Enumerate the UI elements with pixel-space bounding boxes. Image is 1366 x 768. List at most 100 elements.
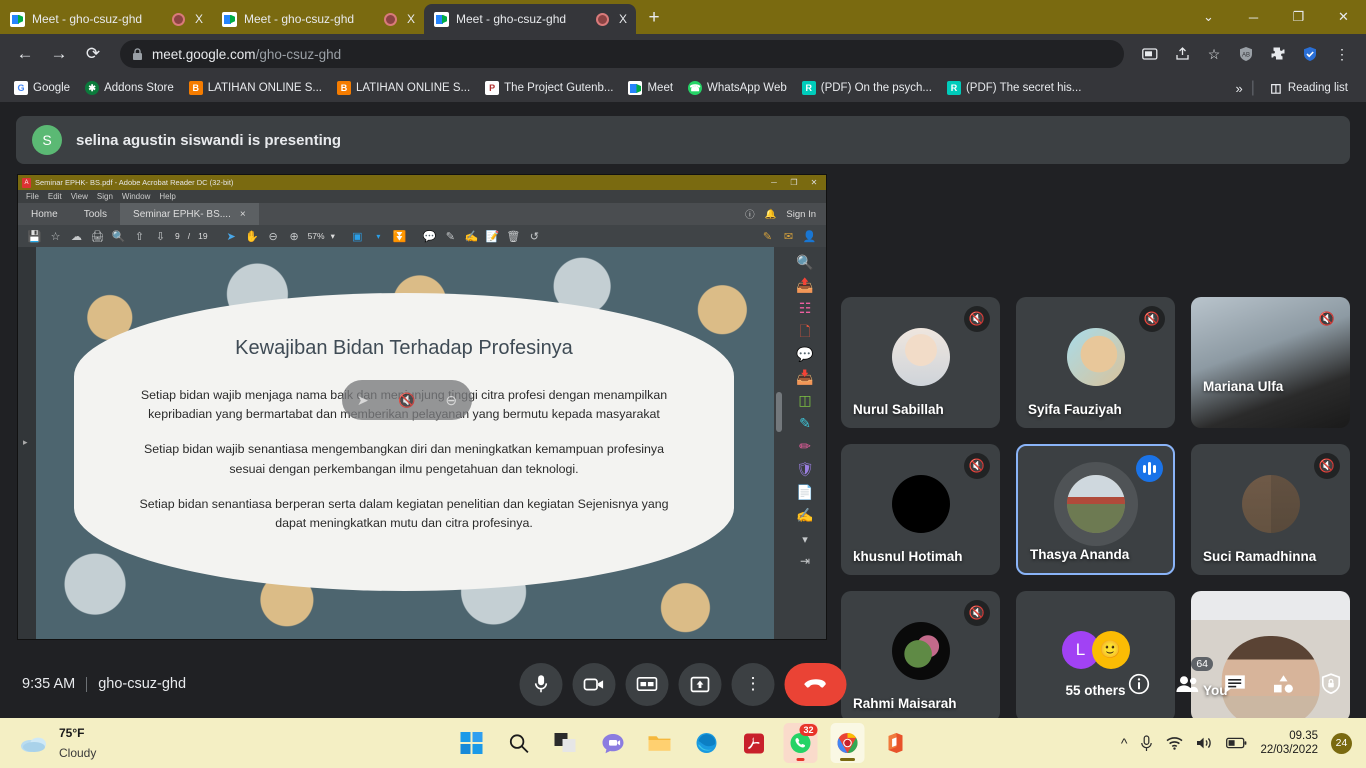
acrobat-left-panel-toggle[interactable] [18,247,36,639]
chat-button[interactable] [1222,671,1248,697]
star-icon[interactable]: ☆ [45,226,66,246]
fit-caret-icon[interactable]: ▾ [368,226,389,246]
tab-close-button[interactable]: X [616,12,630,26]
reload-button[interactable]: ⟳ [78,39,108,69]
page-number-input[interactable]: 9 [171,231,184,241]
bookmark-item[interactable]: B LATIHAN ONLINE S... [183,78,328,98]
select-cursor-icon[interactable]: ➤ [221,226,242,246]
tab-close-button[interactable]: X [192,12,206,26]
close-window-button[interactable]: ✕ [1321,0,1366,34]
sign-icon[interactable]: ✍ [461,226,482,246]
reading-list-button[interactable]: ◫ Reading list [1263,78,1354,98]
share-icon[interactable] [1168,40,1196,68]
comment-icon[interactable]: 💬 [419,226,440,246]
bell-icon[interactable]: 🔔 [765,209,777,220]
battery-icon[interactable] [1226,737,1247,749]
tab-close-button[interactable]: X [404,12,418,26]
acrobat-button[interactable] [737,723,771,763]
bookmark-item[interactable]: P The Project Gutenb... [479,78,619,98]
back-button[interactable]: ← [10,39,40,69]
participant-tile[interactable]: 🔇 khusnul Hotimah [841,444,1000,575]
acrobat-tab-close[interactable]: × [240,209,246,220]
bookmark-item[interactable]: B LATIHAN ONLINE S... [331,78,476,98]
highlight-icon[interactable]: ✎ [440,226,461,246]
chat-teams-button[interactable] [596,723,630,763]
protect-icon[interactable]: ✎ [757,226,778,246]
prev-page-icon[interactable]: ⇧ [129,226,150,246]
whatsapp-button[interactable]: 32 [783,723,818,763]
leave-call-button[interactable] [784,662,847,706]
presentation-float-controls[interactable]: ➤ 🔇 ⊖ [342,380,472,420]
extensions-icon[interactable] [1264,40,1292,68]
present-now-button[interactable] [678,662,722,706]
maximize-button[interactable]: ❐ [1276,0,1321,34]
bookmark-item[interactable]: ☎ WhatsApp Web [682,78,793,98]
acrobat-tab-document[interactable]: Seminar EPHK- BS.... × [120,203,259,225]
zoom-out-icon[interactable]: ⊖ [263,226,284,246]
task-view-button[interactable] [549,723,583,763]
pointer-icon[interactable]: ➤ [357,392,369,409]
start-button[interactable] [455,723,489,763]
zoom-in-icon[interactable]: ⊕ [284,226,305,246]
delete-icon[interactable]: 🗑 [503,226,524,246]
mic-muted-icon[interactable]: 🔇 [398,392,415,409]
show-hidden-icons-button[interactable]: ^ [1121,735,1128,751]
fill-sign-icon[interactable]: ✏ [799,439,811,453]
participant-tile[interactable]: 🔇 Mariana Ulfa [1191,297,1350,428]
bookmark-star-icon[interactable]: ☆ [1200,40,1228,68]
forward-button[interactable]: → [44,39,74,69]
email-icon[interactable]: ✉ [778,226,799,246]
more-menu-icon[interactable]: ⋮ [1328,40,1356,68]
browser-tab[interactable]: Meet - gho-csuz-ghd X [0,4,212,34]
hand-tool-icon[interactable]: ✋ [242,226,263,246]
search-icon[interactable]: 🔍 [108,226,129,246]
host-controls-button[interactable] [1318,671,1344,697]
scan-ocr-icon[interactable]: 📄 [796,485,813,499]
show-everyone-button[interactable]: 64 [1174,657,1213,697]
organize-pages-icon[interactable]: ☷ [799,301,812,315]
taskbar-clock[interactable]: 09.35 22/03/2022 [1260,729,1318,758]
meeting-details-button[interactable] [1126,671,1152,697]
stamp-icon[interactable]: 📝 [482,226,503,246]
bookmark-item[interactable]: Meet [622,78,679,98]
print-icon[interactable]: 🖨 [87,226,108,246]
acrobat-tab-tools[interactable]: Tools [71,203,120,225]
file-explorer-button[interactable] [643,723,677,763]
acrobat-tab-home[interactable]: Home [18,203,71,225]
acrobat-minimize-button[interactable]: ─ [766,178,782,187]
help-circle-icon[interactable]: ⓘ [745,207,755,221]
comment-bubble-icon[interactable]: 💬 [796,347,813,361]
new-tab-button[interactable]: + [640,4,668,32]
cast-icon[interactable] [1136,40,1164,68]
wifi-icon[interactable] [1166,736,1183,750]
zoom-dropdown-caret[interactable]: ▾ [328,231,338,242]
shield-check-icon[interactable] [1296,40,1324,68]
participant-tile[interactable]: 🔇 Syifa Fauziyah [1016,297,1175,428]
acrobat-restore-button[interactable]: ❐ [786,178,802,187]
shield-icon[interactable]: 🛡 [796,462,814,476]
address-bar[interactable]: meet.google.com/gho-csuz-ghd [120,40,1124,68]
chrome-button[interactable] [830,723,865,763]
edge-button[interactable] [690,723,724,763]
menu-item-edit[interactable]: Edit [48,192,62,201]
microphone-button[interactable] [519,662,563,706]
browser-tab-active[interactable]: Meet - gho-csuz-ghd X [424,4,636,34]
collapse-panel-icon[interactable]: ⇥ [800,555,810,567]
combine-files-icon[interactable]: 📥 [796,370,813,384]
more-options-button[interactable]: ⋮ [731,662,775,706]
menu-item-sign[interactable]: Sign [97,192,113,201]
upload-cloud-icon[interactable]: ☁ [66,226,87,246]
fit-page-icon[interactable]: ▣ [347,226,368,246]
menu-item-window[interactable]: Window [122,192,150,201]
adblock-icon[interactable]: AB [1232,40,1260,68]
bookmarks-overflow-button[interactable]: » [1236,81,1243,96]
participant-tile[interactable]: 🔇 Nurul Sabillah [841,297,1000,428]
acrobat-close-button[interactable]: ✕ [806,178,822,187]
chevron-down-icon[interactable]: ⌄ [1186,0,1231,34]
menu-item-help[interactable]: Help [159,192,175,201]
weather-widget[interactable]: 75°F Cloudy [20,723,96,763]
rotate-icon[interactable]: ↺ [524,226,545,246]
camera-button[interactable] [572,662,616,706]
magnifier-icon[interactable]: 🔍 [796,255,813,269]
sign-in-button[interactable]: Sign In [786,209,816,220]
